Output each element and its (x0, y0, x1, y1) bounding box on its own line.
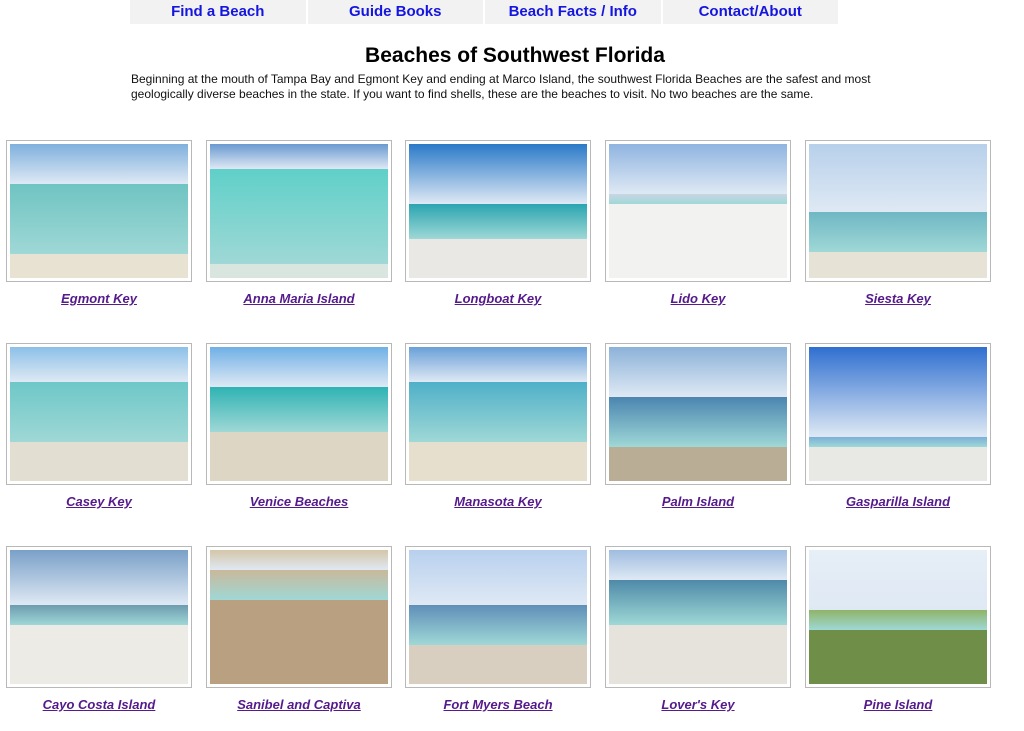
beach-link[interactable]: Lover's Key (605, 697, 791, 712)
beach-tile: Egmont Key (6, 140, 192, 306)
photo-frame[interactable] (6, 546, 192, 688)
beach-tile: Casey Key (6, 343, 192, 509)
sandbar-photo[interactable] (409, 144, 587, 278)
photo-frame[interactable] (206, 546, 392, 688)
beach-tile: Palm Island (605, 343, 791, 509)
beach-hotels-photo[interactable] (609, 144, 787, 278)
nav-find-a-beach[interactable]: Find a Beach (130, 0, 308, 24)
photo-frame[interactable] (6, 343, 192, 485)
beach-link[interactable]: Venice Beaches (206, 494, 392, 509)
beach-tile: Anna Maria Island (206, 140, 392, 306)
beach-link[interactable]: Palm Island (605, 494, 791, 509)
nav-beach-facts[interactable]: Beach Facts / Info (485, 0, 663, 24)
fisherman-photo[interactable] (409, 347, 587, 481)
intro-paragraph: Beginning at the mouth of Tampa Bay and … (131, 72, 871, 101)
island-shore-photo[interactable] (10, 550, 188, 684)
beach-tile: Lido Key (605, 140, 791, 306)
beach-tile: Venice Beaches (206, 343, 392, 509)
lifeguard-tower-photo[interactable] (809, 144, 987, 278)
page-title: Beaches of Southwest Florida (365, 44, 665, 67)
beach-tile: Siesta Key (805, 140, 991, 306)
beach-link[interactable]: Cayo Costa Island (6, 697, 192, 712)
clear-water-photo[interactable] (210, 144, 388, 278)
beach-link[interactable]: Gasparilla Island (805, 494, 991, 509)
top-nav: Find a Beach Guide Books Beach Facts / I… (130, 0, 838, 24)
photo-frame[interactable] (206, 140, 392, 282)
nav-guide-books[interactable]: Guide Books (308, 0, 485, 24)
beach-tile: Manasota Key (405, 343, 591, 509)
photo-frame[interactable] (605, 343, 791, 485)
beach-link[interactable]: Longboat Key (405, 291, 591, 306)
photo-frame[interactable] (805, 343, 991, 485)
photo-frame[interactable] (6, 140, 192, 282)
beach-tile: Gasparilla Island (805, 343, 991, 509)
canoe-photo[interactable] (609, 550, 787, 684)
photo-frame[interactable] (405, 546, 591, 688)
photo-frame[interactable] (405, 343, 591, 485)
crowded-beach-photo[interactable] (409, 550, 587, 684)
beach-link[interactable]: Pine Island (805, 697, 991, 712)
nav-contact-about[interactable]: Contact/About (663, 0, 839, 24)
beach-link[interactable]: Casey Key (6, 494, 192, 509)
photo-frame[interactable] (206, 343, 392, 485)
beach-link[interactable]: Manasota Key (405, 494, 591, 509)
beach-tile: Lover's Key (605, 546, 791, 712)
beach-tile: Fort Myers Beach (405, 546, 591, 712)
beach-link[interactable]: Lido Key (605, 291, 791, 306)
beach-tile: Pine Island (805, 546, 991, 712)
beach-photo[interactable] (10, 144, 188, 278)
beach-link[interactable]: Egmont Key (6, 291, 192, 306)
beach-tile: Cayo Costa Island (6, 546, 192, 712)
photo-frame[interactable] (405, 140, 591, 282)
beach-link[interactable]: Sanibel and Captiva (206, 697, 392, 712)
beach-link[interactable]: Anna Maria Island (206, 291, 392, 306)
palm-tree-photo[interactable] (809, 550, 987, 684)
seashells-photo[interactable] (210, 550, 388, 684)
beach-tile: Sanibel and Captiva (206, 546, 392, 712)
beach-link[interactable]: Fort Myers Beach (405, 697, 591, 712)
shoreline-photo[interactable] (210, 347, 388, 481)
beach-link[interactable]: Siesta Key (805, 291, 991, 306)
beach-tile: Longboat Key (405, 140, 591, 306)
lighthouse-photo[interactable] (809, 347, 987, 481)
swimmers-photo[interactable] (10, 347, 188, 481)
beach-houses-photo[interactable] (609, 347, 787, 481)
photo-frame[interactable] (605, 140, 791, 282)
photo-frame[interactable] (805, 140, 991, 282)
photo-frame[interactable] (805, 546, 991, 688)
photo-frame[interactable] (605, 546, 791, 688)
